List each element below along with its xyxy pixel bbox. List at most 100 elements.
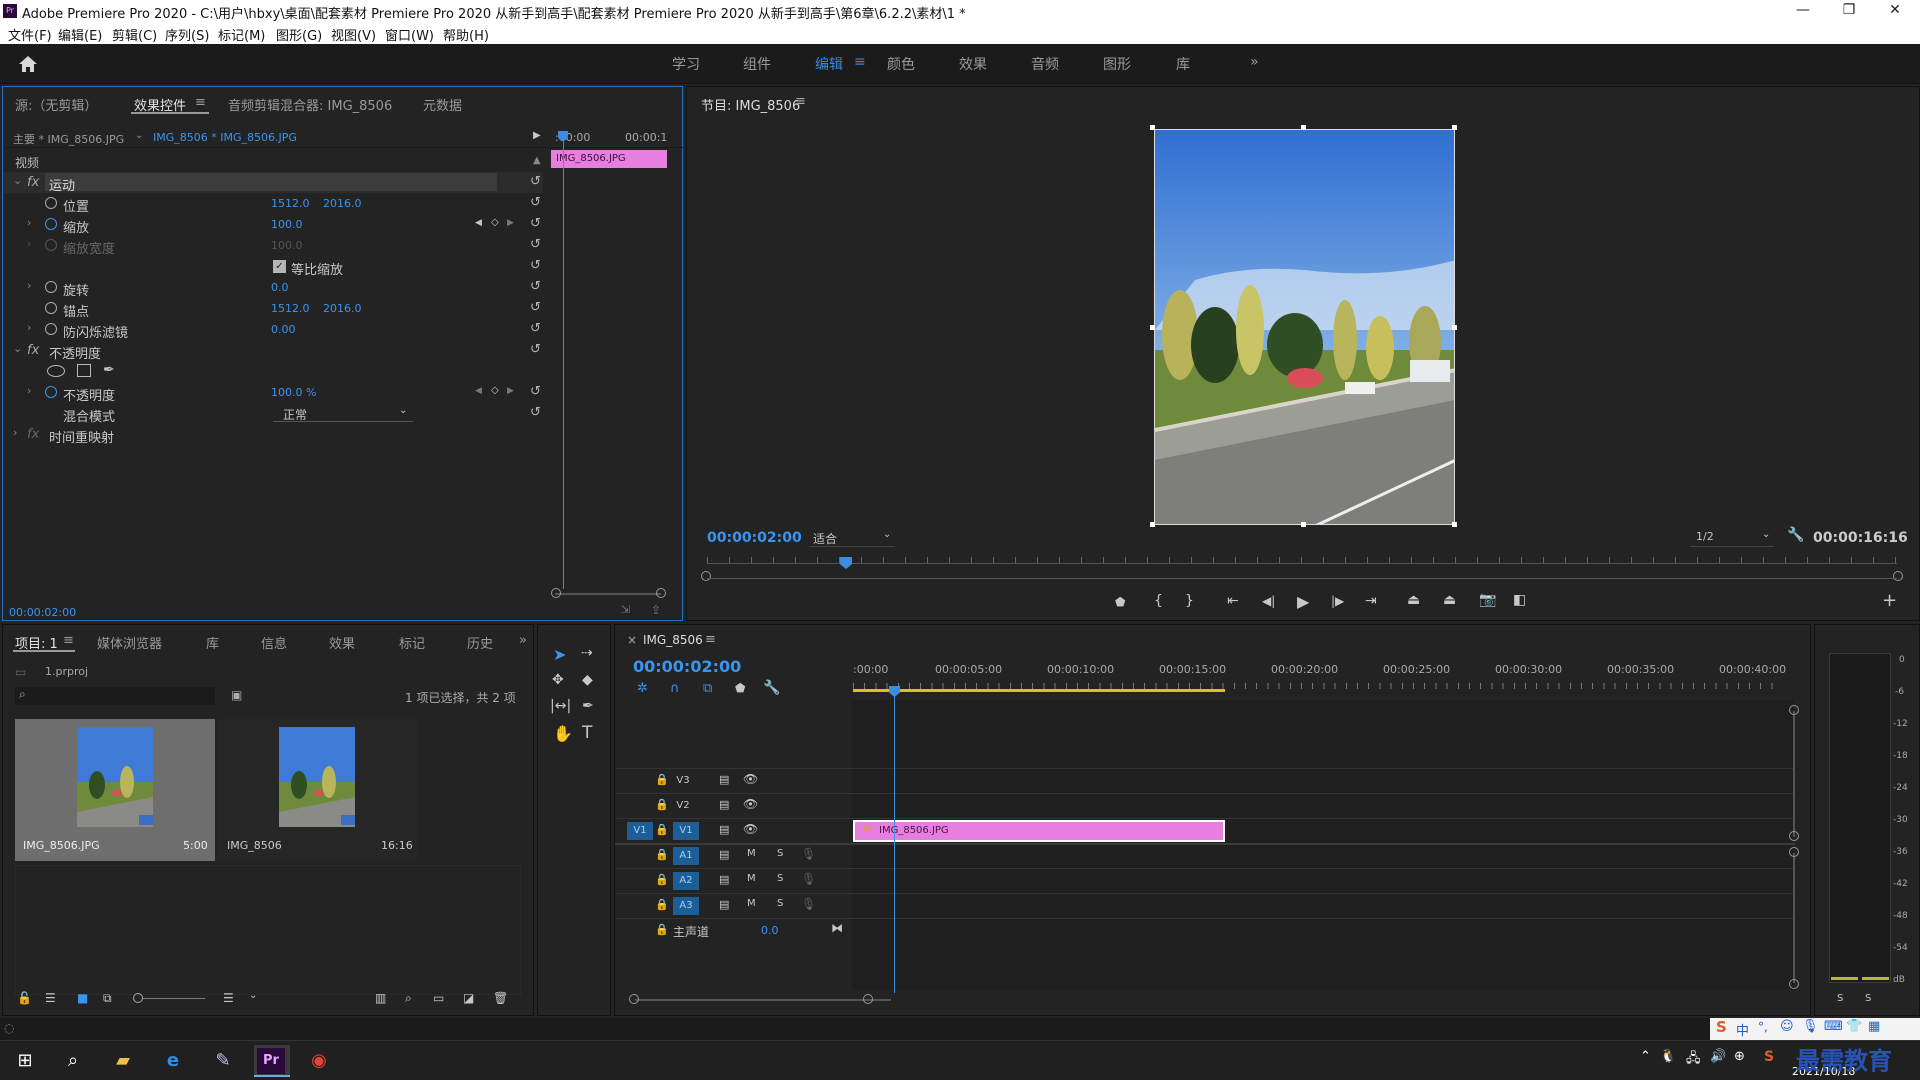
time-ruler[interactable]: :00:00 00:00:05:00 00:00:10:00 00:00:15:… bbox=[853, 657, 1793, 697]
tab-libraries[interactable]: 库 bbox=[206, 633, 219, 652]
microphone-icon[interactable]: 🎙 bbox=[801, 847, 816, 861]
menu-marker[interactable]: 标记(M) bbox=[218, 25, 265, 44]
minimize-button[interactable]: — bbox=[1780, 0, 1826, 22]
master-clip-label[interactable]: 主要 * IMG_8506.JPG bbox=[13, 131, 124, 147]
stopwatch-icon[interactable] bbox=[45, 281, 57, 293]
slip-tool-icon[interactable]: |↔| bbox=[550, 698, 571, 714]
solo-button[interactable]: S bbox=[777, 873, 783, 884]
stopwatch-icon[interactable] bbox=[45, 197, 57, 209]
next-keyframe-icon[interactable]: ▶ bbox=[507, 218, 514, 228]
lock-icon[interactable]: 🔒 bbox=[655, 923, 669, 936]
lock-icon[interactable]: 🔒 bbox=[655, 848, 669, 861]
opacity-value[interactable]: 100.0 % bbox=[271, 386, 316, 399]
lock-icon[interactable]: 🔒 bbox=[655, 823, 669, 836]
stopwatch-icon[interactable] bbox=[45, 386, 57, 398]
workspace-graphics[interactable]: 图形 bbox=[1103, 54, 1131, 74]
selection-tool-icon[interactable]: ➤ bbox=[553, 645, 566, 664]
program-playhead[interactable] bbox=[840, 557, 852, 569]
new-bin-icon[interactable]: ▭ bbox=[433, 991, 444, 1005]
menu-sequence[interactable]: 序列(S) bbox=[165, 25, 209, 44]
work-area-bar[interactable] bbox=[853, 689, 1225, 692]
mini-playhead-handle[interactable] bbox=[558, 131, 568, 141]
solo-button[interactable]: S bbox=[777, 898, 783, 909]
solo-left-button[interactable]: S bbox=[1837, 993, 1843, 1004]
mute-button[interactable]: M bbox=[747, 898, 756, 909]
ime-mode[interactable]: 中 bbox=[1736, 1020, 1749, 1039]
type-tool-icon[interactable]: T bbox=[582, 723, 592, 743]
razor-tool-icon[interactable]: ◆ bbox=[582, 672, 593, 688]
menu-help[interactable]: 帮助(H) bbox=[443, 25, 489, 44]
workspace-menu-icon[interactable]: ≡ bbox=[854, 54, 866, 70]
sequence-tab[interactable]: IMG_8506 bbox=[643, 633, 703, 647]
sync-lock-icon[interactable]: ▤ bbox=[719, 873, 729, 886]
hand-tool-icon[interactable]: ✋ bbox=[553, 724, 573, 743]
lock-icon[interactable]: 🔒 bbox=[655, 873, 669, 886]
project-item[interactable]: IMG_8506 16:16 bbox=[217, 719, 417, 861]
track-select-tool-icon[interactable]: ⇢ bbox=[581, 645, 593, 661]
close-sequence-icon[interactable]: × bbox=[627, 633, 637, 647]
reset-position-icon[interactable]: ↺ bbox=[530, 195, 541, 210]
expand-anti-flicker-icon[interactable]: › bbox=[27, 321, 31, 334]
stopwatch-icon[interactable] bbox=[45, 302, 57, 314]
punctuation-icon[interactable]: °, bbox=[1758, 1020, 1768, 1034]
mini-playhead[interactable] bbox=[563, 131, 564, 589]
paint-icon[interactable]: ✎ bbox=[208, 1047, 238, 1075]
program-monitor-title[interactable]: 节目: IMG_8506 bbox=[701, 95, 800, 114]
reset-opacity-value-icon[interactable]: ↺ bbox=[530, 384, 541, 399]
audio-tracks-scrollbar[interactable] bbox=[1793, 853, 1795, 983]
video-frame[interactable] bbox=[1154, 129, 1455, 525]
tab-audio-clip-mixer[interactable]: 音频剪辑混合器: IMG_8506 bbox=[228, 95, 392, 114]
tabs-more-button[interactable]: » bbox=[519, 633, 527, 648]
lift-icon[interactable]: ⏏ bbox=[1407, 592, 1420, 608]
sync-lock-icon[interactable]: ▤ bbox=[719, 798, 729, 811]
voice-icon[interactable]: 🎙 bbox=[1802, 1019, 1819, 1034]
sync-lock-icon[interactable]: ▤ bbox=[719, 898, 729, 911]
panel-menu-icon[interactable]: ≡ bbox=[795, 94, 806, 109]
workspace-color[interactable]: 颜色 bbox=[887, 54, 915, 74]
solo-right-button[interactable]: S bbox=[1865, 993, 1871, 1004]
add-keyframe-icon[interactable]: ◇ bbox=[491, 217, 499, 228]
zoom-slider[interactable] bbox=[143, 998, 205, 999]
effect-controls-timecode[interactable]: 00:00:02:00 bbox=[9, 606, 76, 619]
menu-view[interactable]: 视图(V) bbox=[331, 25, 376, 44]
reset-opacity-icon[interactable]: ↺ bbox=[530, 342, 541, 357]
tab-media-browser[interactable]: 媒体浏览器 bbox=[97, 633, 162, 652]
workspace-assembly[interactable]: 组件 bbox=[743, 54, 771, 74]
stopwatch-icon[interactable] bbox=[45, 218, 57, 230]
mute-button[interactable]: M bbox=[747, 848, 756, 859]
mini-timeline-clip[interactable]: IMG_8506.JPG bbox=[551, 150, 667, 168]
mini-zoom-scrollbar[interactable] bbox=[555, 593, 661, 595]
master-volume[interactable]: 0.0 bbox=[761, 924, 779, 937]
rotation-value[interactable]: 0.0 bbox=[271, 281, 289, 294]
menu-window[interactable]: 窗口(W) bbox=[385, 25, 434, 44]
step-forward-icon[interactable]: |▶ bbox=[1331, 594, 1344, 608]
menu-edit[interactable]: 编辑(E) bbox=[58, 25, 102, 44]
skin-icon[interactable]: 👕 bbox=[1846, 1019, 1862, 1034]
volume-icon[interactable]: 🔊 bbox=[1710, 1049, 1726, 1064]
lock-icon[interactable]: 🔒 bbox=[655, 898, 669, 911]
resolution-select[interactable]: 1/2 ⌄ bbox=[1690, 529, 1774, 547]
add-keyframe-icon[interactable]: ◇ bbox=[491, 385, 499, 396]
timeline-settings-icon[interactable]: 🔧 bbox=[763, 680, 780, 696]
workspace-libraries[interactable]: 库 bbox=[1176, 54, 1190, 74]
workspace-editing[interactable]: 编辑 bbox=[815, 54, 843, 74]
workspace-more-button[interactable]: » bbox=[1250, 54, 1259, 70]
mark-out-icon[interactable]: } bbox=[1185, 593, 1194, 609]
stopwatch-icon[interactable] bbox=[45, 323, 57, 335]
tab-history[interactable]: 历史 bbox=[467, 633, 493, 652]
pen-mask-icon[interactable]: ✒ bbox=[103, 362, 115, 378]
new-item-icon[interactable]: ◪ bbox=[463, 991, 474, 1005]
keyboard-icon[interactable]: ⌨ bbox=[1824, 1019, 1843, 1034]
tab-menu-icon[interactable]: ≡ bbox=[195, 95, 206, 110]
timeline-zoom-scrollbar[interactable] bbox=[635, 999, 891, 1001]
position-x-value[interactable]: 1512.0 bbox=[271, 197, 310, 210]
position-y-value[interactable]: 2016.0 bbox=[323, 197, 362, 210]
tab-effects[interactable]: 效果 bbox=[329, 633, 355, 652]
prev-keyframe-icon[interactable]: ◀ bbox=[475, 218, 482, 228]
chevron-down-icon[interactable]: ⌄ bbox=[249, 990, 257, 1001]
ellipse-mask-icon[interactable] bbox=[47, 365, 65, 377]
tab-metadata[interactable]: 元数据 bbox=[423, 95, 462, 114]
video-tracks-scrollbar[interactable] bbox=[1793, 711, 1795, 837]
microphone-icon[interactable]: 🎙 bbox=[801, 872, 816, 886]
next-keyframe-icon[interactable]: ▶ bbox=[507, 386, 514, 396]
